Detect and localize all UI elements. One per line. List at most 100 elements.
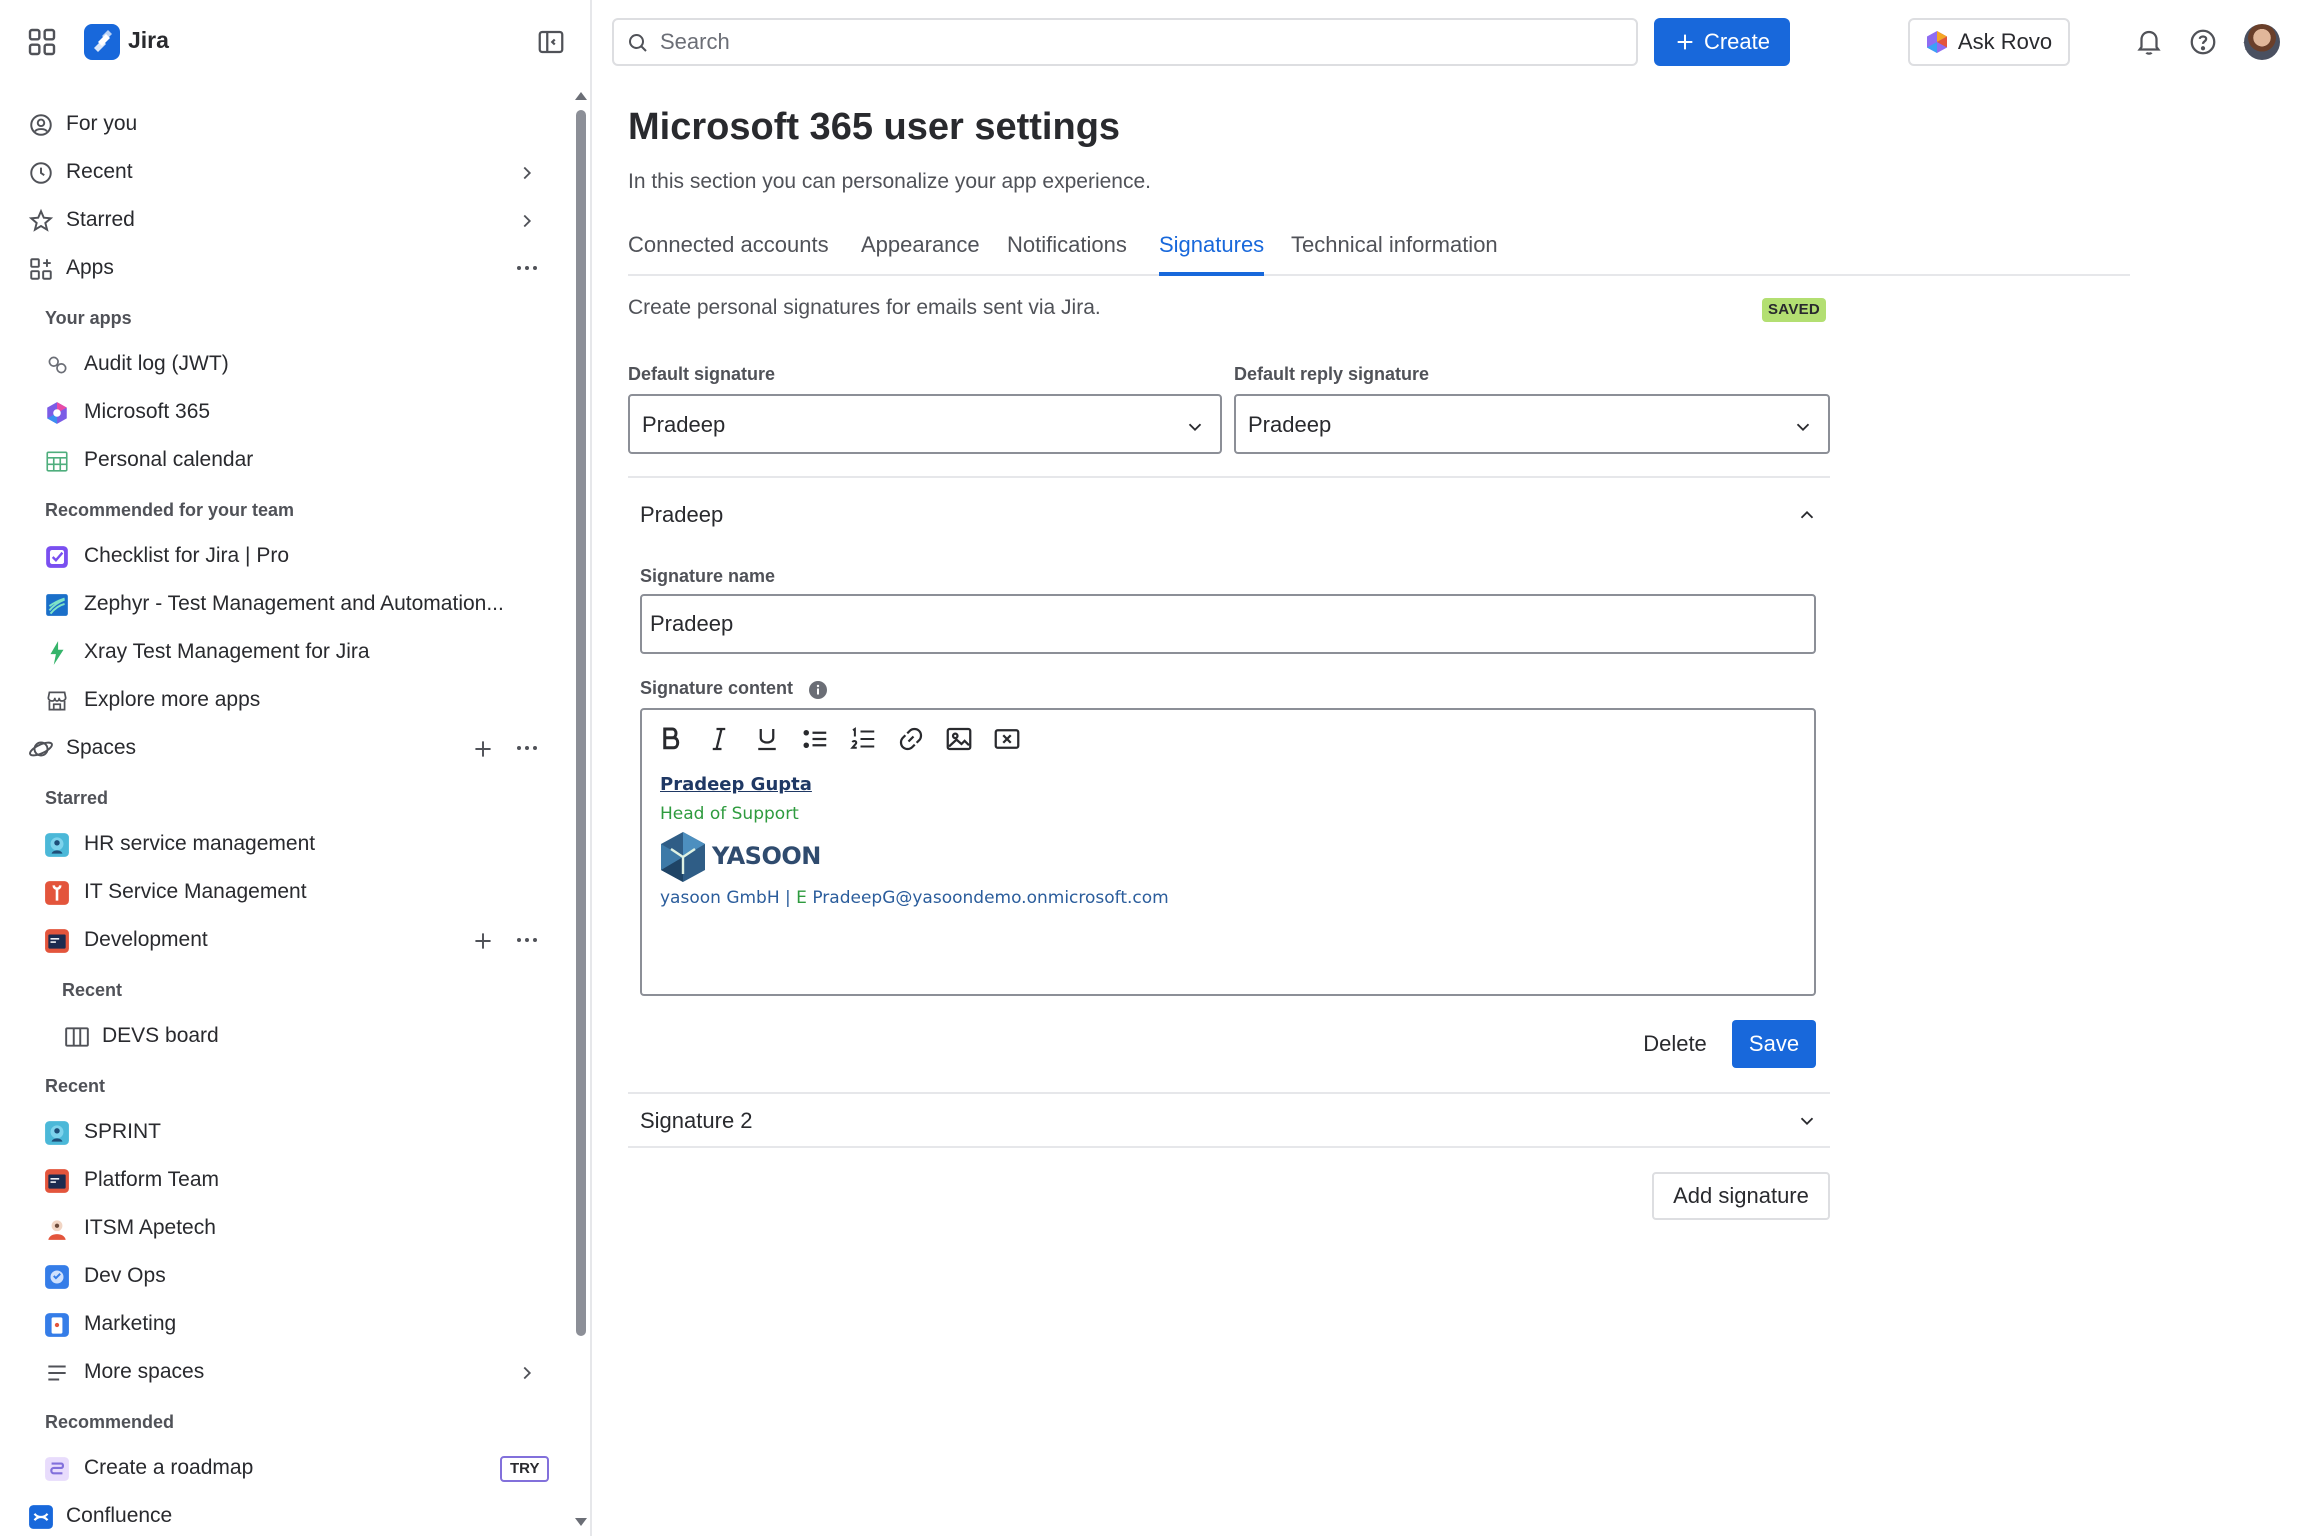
clock-icon xyxy=(30,162,52,184)
sidebar-item-recent[interactable]: Recent xyxy=(0,148,560,196)
sidebar-item-development[interactable]: Development xyxy=(0,916,560,964)
confluence-icon xyxy=(29,1505,53,1529)
scrollbar-thumb[interactable] xyxy=(576,110,586,1336)
signature-name-field[interactable] xyxy=(640,594,1816,654)
sidebar-item-explore-apps[interactable]: Explore more apps xyxy=(0,676,560,724)
marketplace-icon xyxy=(47,691,67,711)
sidebar-item-sprint[interactable]: SPRINT xyxy=(0,1108,560,1156)
sidebar-item-hr-service[interactable]: HR service management xyxy=(0,820,560,868)
sidebar-item-personal-calendar[interactable]: Personal calendar xyxy=(0,436,560,484)
chevron-down-icon[interactable] xyxy=(1796,1110,1818,1132)
link-icon[interactable] xyxy=(896,724,926,754)
notifications-bell-icon[interactable] xyxy=(2134,27,2164,57)
sidebar-item-label: Dev Ops xyxy=(84,1264,166,1287)
tab-signatures[interactable]: Signatures xyxy=(1159,230,1265,276)
signature-email-prefix: E xyxy=(796,888,807,908)
bullet-list-icon[interactable] xyxy=(800,724,830,754)
scroll-down-arrow-icon[interactable] xyxy=(575,1518,587,1526)
help-icon[interactable] xyxy=(2188,27,2218,57)
sidebar-item-marketing[interactable]: Marketing xyxy=(0,1300,560,1348)
sidebar-item-confluence[interactable]: Confluence xyxy=(0,1492,560,1536)
underline-icon[interactable] xyxy=(752,724,782,754)
sidebar-item-microsoft-365[interactable]: Microsoft 365 xyxy=(0,388,560,436)
sidebar-item-label: DEVS board xyxy=(102,1024,219,1047)
search-input[interactable] xyxy=(660,26,1620,58)
signature-person-name[interactable]: Pradeep Gupta xyxy=(660,774,812,795)
chevron-right-icon[interactable] xyxy=(516,162,538,184)
bold-icon[interactable] xyxy=(656,724,686,754)
tab-notifications[interactable]: Notifications xyxy=(1007,230,1127,276)
devops-space-avatar-icon xyxy=(45,1265,69,1289)
sidebar-item-label: Development xyxy=(84,928,208,951)
default-reply-signature-label: Default reply signature xyxy=(1234,364,1430,384)
signature-name-input[interactable] xyxy=(650,610,1800,638)
sidebar-item-label: Marketing xyxy=(84,1312,177,1335)
yasoon-logo-icon xyxy=(661,832,705,882)
default-reply-signature-select[interactable]: Pradeep xyxy=(1234,394,1830,454)
add-icon[interactable] xyxy=(470,928,496,954)
sidebar-item-label: Microsoft 365 xyxy=(84,400,211,423)
sidebar-item-dev-ops[interactable]: Dev Ops xyxy=(0,1252,560,1300)
chevron-down-icon xyxy=(1796,423,1810,432)
rovo-icon xyxy=(1926,31,1947,53)
more-options-icon[interactable] xyxy=(512,928,542,952)
sidebar-item-itsm-apetech[interactable]: ITSM Apetech xyxy=(0,1204,560,1252)
microsoft-365-icon xyxy=(47,402,67,424)
signature-email[interactable]: PradeepG@yasoondemo.onmicrosoft.com xyxy=(812,888,1168,908)
numbered-list-icon[interactable] xyxy=(848,724,878,754)
signature-accordion-2[interactable]: Signature 2 xyxy=(628,1092,1830,1148)
delete-signature-button[interactable]: Delete xyxy=(1628,1020,1722,1068)
list-icon xyxy=(48,1365,66,1381)
signature-person-role: Head of Support xyxy=(660,804,799,824)
scroll-up-arrow-icon[interactable] xyxy=(575,92,587,100)
clear-formatting-icon[interactable] xyxy=(992,724,1022,754)
user-avatar[interactable] xyxy=(2244,24,2280,60)
search-box[interactable] xyxy=(612,18,1638,66)
sidebar-item-zephyr[interactable]: Zephyr - Test Management and Automation.… xyxy=(0,580,560,628)
sidebar-item-label: Starred xyxy=(66,208,135,231)
sidebar-item-spaces[interactable]: Spaces xyxy=(0,724,560,772)
signature-1-header[interactable]: Pradeep xyxy=(640,502,723,528)
sidebar-item-platform-team[interactable]: Platform Team xyxy=(0,1156,560,1204)
sidebar-item-devs-board[interactable]: DEVS board xyxy=(0,1012,560,1060)
app-switcher-icon[interactable] xyxy=(26,26,58,58)
info-icon[interactable] xyxy=(808,680,828,700)
product-name[interactable]: Jira xyxy=(128,27,169,54)
signature-content-editor[interactable]: Pradeep Gupta Head of Support YASOON yas… xyxy=(640,708,1816,996)
tab-appearance[interactable]: Appearance xyxy=(861,230,980,276)
tab-connected-accounts[interactable]: Connected accounts xyxy=(628,230,829,276)
chevron-up-icon[interactable] xyxy=(1796,504,1818,526)
chevron-right-icon[interactable] xyxy=(516,210,538,232)
sidebar-item-for-you[interactable]: For you xyxy=(0,100,560,148)
top-navigation: Create Ask Rovo xyxy=(594,0,2304,84)
signature-2-header[interactable]: Signature 2 xyxy=(640,1108,753,1134)
italic-icon[interactable] xyxy=(704,724,734,754)
sidebar-item-more-spaces[interactable]: More spaces xyxy=(0,1348,560,1396)
save-signature-button[interactable]: Save xyxy=(1732,1020,1816,1068)
more-options-icon[interactable] xyxy=(512,256,542,280)
hr-space-avatar-icon xyxy=(45,833,69,857)
ask-rovo-button[interactable]: Ask Rovo xyxy=(1908,18,2070,66)
jira-logo-icon[interactable] xyxy=(84,24,120,60)
collapse-sidebar-icon[interactable] xyxy=(536,27,566,57)
chevron-right-icon[interactable] xyxy=(516,1362,538,1384)
create-button[interactable]: Create xyxy=(1654,18,1790,66)
tab-technical-information[interactable]: Technical information xyxy=(1291,230,1498,276)
sidebar-item-audit-log[interactable]: Audit log (JWT) xyxy=(0,340,560,388)
sidebar-item-create-roadmap[interactable]: Create a roadmap TRY xyxy=(0,1444,560,1492)
add-signature-button[interactable]: Add signature xyxy=(1652,1172,1830,1220)
sidebar-item-checklist[interactable]: Checklist for Jira | Pro xyxy=(0,532,560,580)
saved-status-badge: SAVED xyxy=(1762,298,1827,322)
sidebar-item-starred[interactable]: Starred xyxy=(0,196,560,244)
more-options-icon[interactable] xyxy=(512,736,542,760)
sidebar-item-label: Confluence xyxy=(66,1504,173,1527)
default-signature-select[interactable]: Pradeep xyxy=(628,394,1222,454)
sidebar-item-xray[interactable]: Xray Test Management for Jira xyxy=(0,628,560,676)
sidebar-item-apps[interactable]: Apps xyxy=(0,244,560,292)
settings-tabs: Connected accounts Appearance Notificati… xyxy=(628,230,2130,276)
image-icon[interactable] xyxy=(944,724,974,754)
yasoon-logo-text: YASOON xyxy=(712,842,821,870)
sidebar-scrollbar[interactable] xyxy=(572,86,588,1536)
sidebar-item-it-service[interactable]: IT Service Management xyxy=(0,868,560,916)
add-space-icon[interactable] xyxy=(470,736,496,762)
